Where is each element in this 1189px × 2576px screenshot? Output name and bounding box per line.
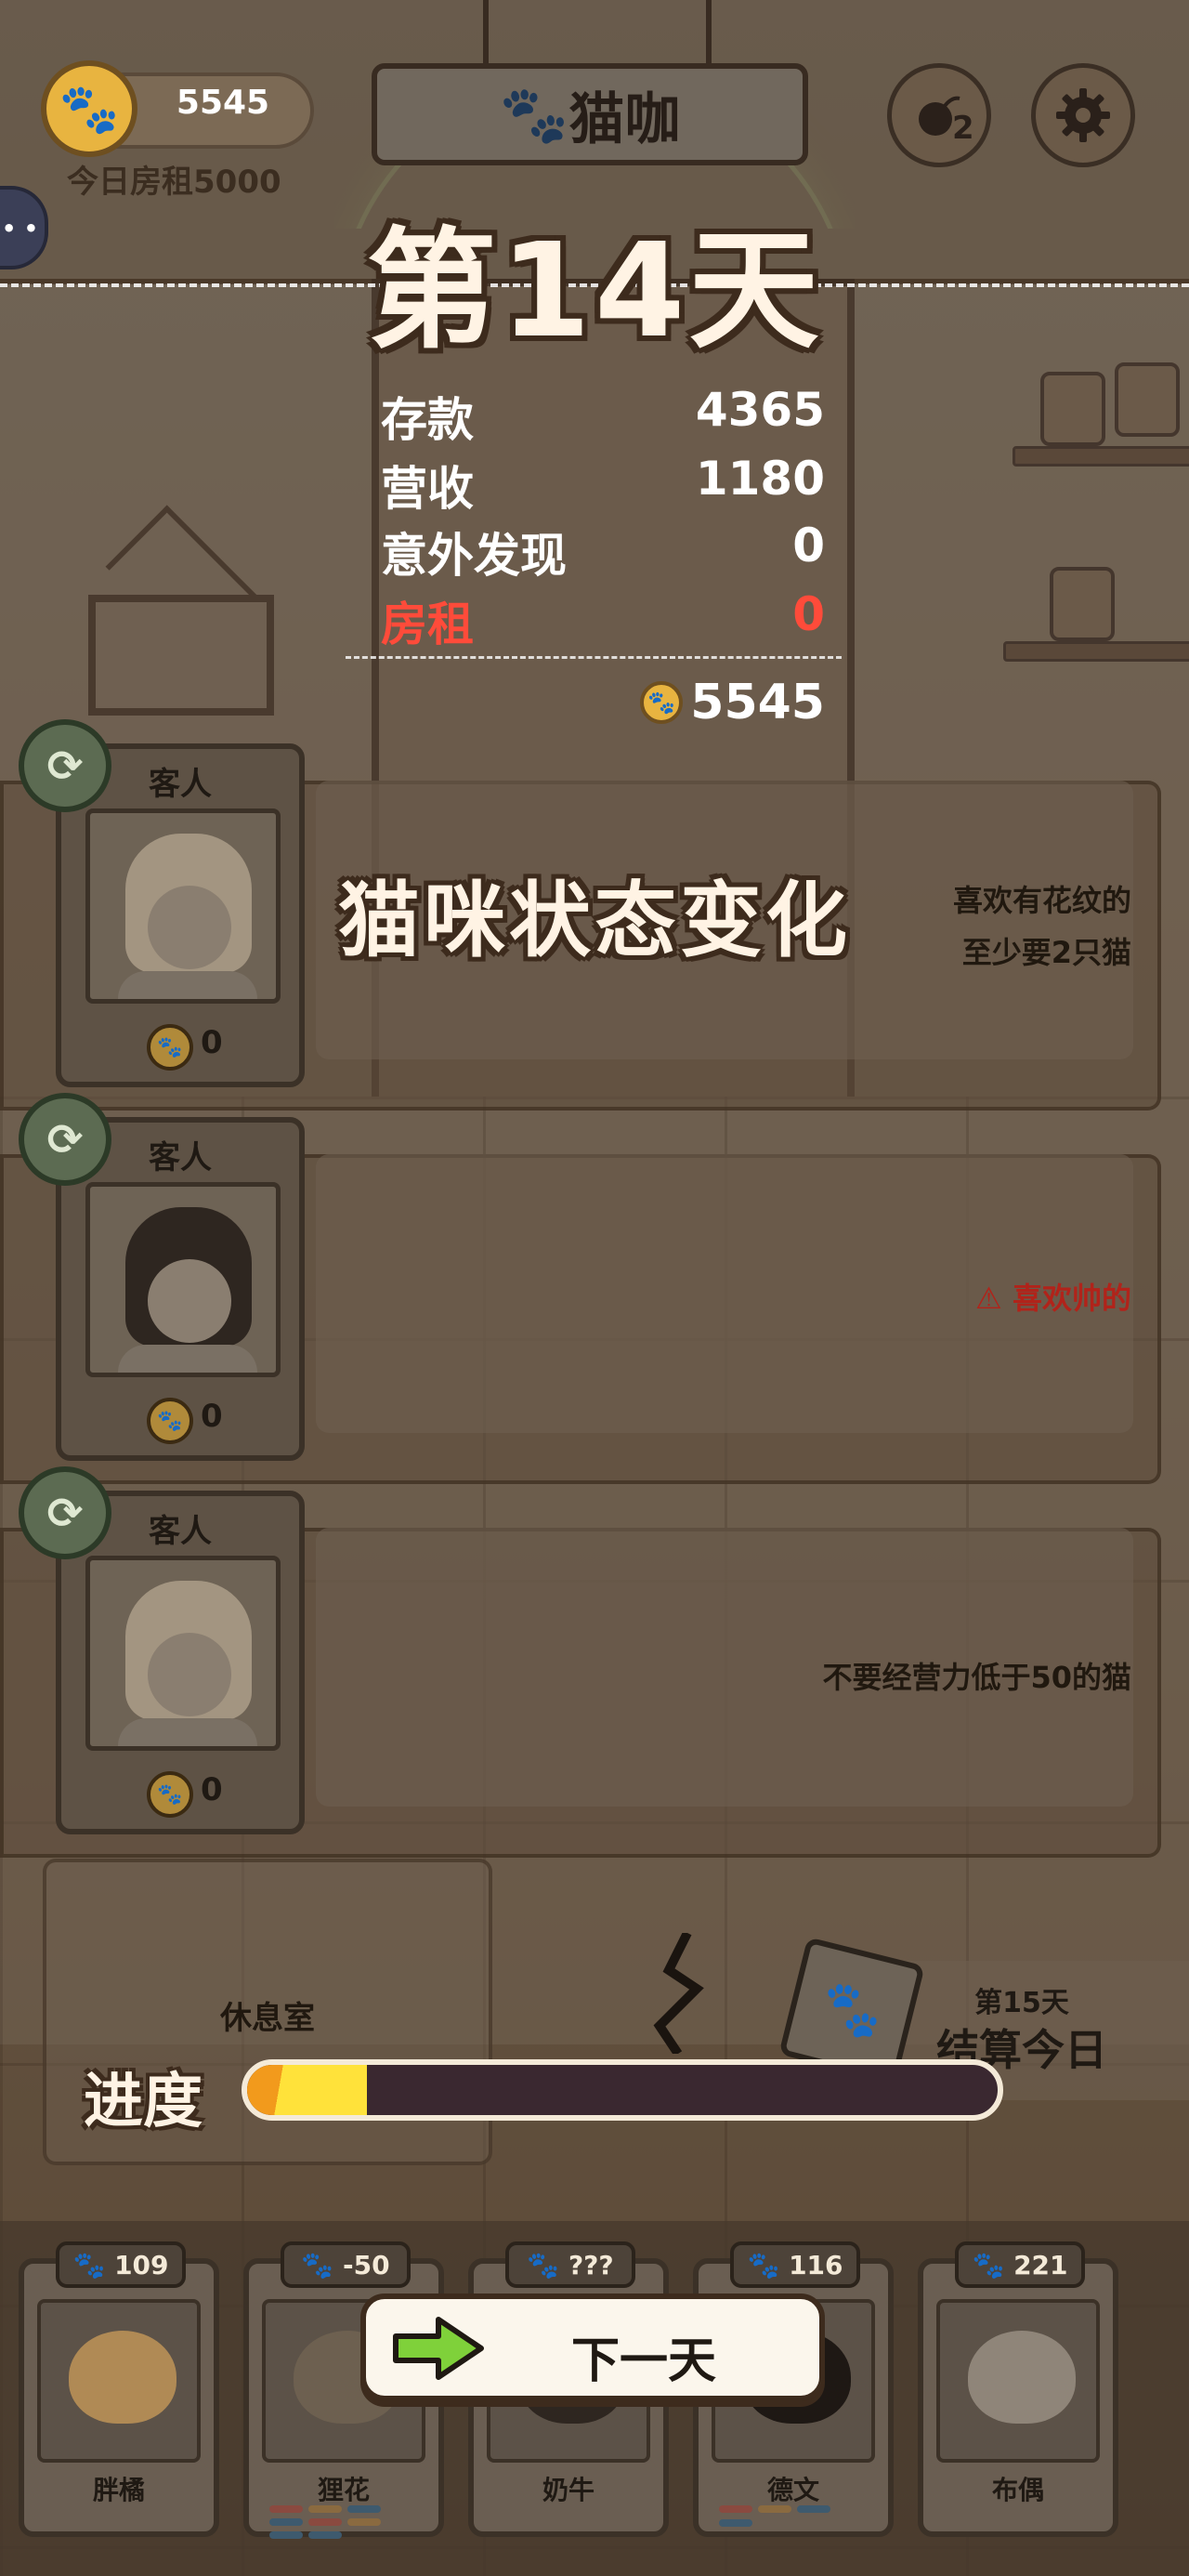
cat-name: 德文 bbox=[766, 2475, 819, 2505]
cat-figure bbox=[968, 2331, 1076, 2424]
stat-bar bbox=[797, 2505, 830, 2513]
stat-row-savings: 存款 4365 bbox=[381, 383, 825, 447]
summary-divider bbox=[346, 656, 842, 659]
paw-coin-icon: 🐾 bbox=[640, 681, 684, 724]
crack-icon bbox=[653, 1933, 704, 2054]
guest-body bbox=[118, 1718, 257, 1746]
cat-score: ??? bbox=[568, 2249, 614, 2280]
guest-requirement-warning: ⚠ 喜欢帅的 bbox=[975, 1275, 1131, 1318]
guest-requirement: 喜欢帅的 bbox=[1012, 1281, 1131, 1316]
cat-name: 布偶 bbox=[991, 2475, 1044, 2505]
progress-fill bbox=[247, 2065, 368, 2115]
cat-score-tag: 🐾 109 bbox=[56, 2241, 186, 2288]
bomb-button[interactable] bbox=[887, 63, 991, 167]
stat-bar bbox=[308, 2518, 342, 2526]
refresh-guest-button[interactable]: ⟳ bbox=[19, 1466, 111, 1559]
refresh-guest-button[interactable]: ⟳ bbox=[19, 1093, 111, 1186]
settle-next-day: 第15天 bbox=[974, 1987, 1069, 2019]
paw-coin-icon: 🐾 bbox=[147, 1024, 193, 1071]
guest-body bbox=[118, 1345, 257, 1373]
cat-name: 胖橘 bbox=[92, 2475, 145, 2505]
coin-balance: 5545 bbox=[176, 84, 270, 122]
stat-label: 意外发现 bbox=[381, 529, 567, 583]
cat-card[interactable]: 🐾 221 布偶 bbox=[918, 2241, 1118, 2537]
cat-figure bbox=[69, 2331, 176, 2424]
guest-portrait bbox=[85, 1182, 281, 1377]
guest-requirement: 不要经营力低于50的猫 bbox=[822, 1660, 1131, 1695]
stat-bar bbox=[719, 2505, 752, 2513]
stat-bar bbox=[758, 2505, 791, 2513]
cat-stat-bars bbox=[719, 2505, 868, 2528]
refresh-icon: ⟳ bbox=[46, 741, 84, 791]
cat-score: -50 bbox=[343, 2249, 390, 2280]
stat-bar bbox=[269, 2531, 303, 2539]
refresh-icon: ⟳ bbox=[46, 1488, 84, 1538]
paw-coin-icon: 🐾 bbox=[147, 1398, 193, 1444]
next-day-label: 下一天 bbox=[570, 2333, 716, 2389]
cat-score-tag: 🐾 221 bbox=[955, 2241, 1085, 2288]
cat-stat-bars bbox=[269, 2505, 418, 2539]
cat-score: 109 bbox=[114, 2249, 169, 2280]
cat-name: 奶牛 bbox=[542, 2475, 594, 2505]
stat-label: 营收 bbox=[381, 462, 474, 516]
summary-total-value: 5545 bbox=[690, 675, 825, 730]
rest-room-label: 休息室 bbox=[220, 2000, 315, 2037]
stat-value: 0 bbox=[792, 587, 825, 641]
warning-icon: ⚠ bbox=[975, 1281, 1002, 1316]
progress-label: 进度 bbox=[84, 2068, 203, 2136]
cat-card[interactable]: 🐾 109 胖橘 bbox=[19, 2241, 219, 2537]
progress-bar bbox=[242, 2059, 1003, 2121]
stat-bar bbox=[269, 2518, 303, 2526]
paw-coin-icon: 🐾 bbox=[147, 1771, 193, 1818]
guest-coins: 0 bbox=[201, 1024, 223, 1061]
cat-name: 狸花 bbox=[317, 2475, 370, 2505]
cat-score-tag: 🐾 -50 bbox=[281, 2241, 411, 2288]
refresh-icon: ⟳ bbox=[46, 1114, 84, 1164]
cat-score: 221 bbox=[1013, 2249, 1068, 2280]
guest-coins: 0 bbox=[201, 1398, 223, 1435]
guest-face bbox=[148, 1259, 231, 1343]
settings-button[interactable] bbox=[1031, 63, 1135, 167]
paw-coin-icon: 🐾 bbox=[41, 60, 137, 157]
cat-score-tag: 🐾 ??? bbox=[505, 2241, 635, 2288]
cat-score: 116 bbox=[789, 2249, 843, 2280]
summary-total: 🐾 5545 bbox=[640, 675, 825, 730]
stat-label: 房租 bbox=[381, 598, 474, 651]
next-day-button[interactable]: 下一天 bbox=[360, 2293, 825, 2401]
bomb-count: 2 bbox=[952, 110, 974, 147]
stat-row-unexpected: 意外发现 0 bbox=[381, 519, 825, 583]
cat-portrait bbox=[37, 2299, 201, 2463]
arrow-right-icon bbox=[393, 2317, 484, 2380]
stat-row-rent: 房租 0 bbox=[381, 587, 825, 651]
refresh-guest-button[interactable]: ⟳ bbox=[19, 719, 111, 812]
cat-score-tag: 🐾 116 bbox=[730, 2241, 860, 2288]
stat-bar bbox=[269, 2505, 303, 2513]
cat-portrait bbox=[936, 2299, 1100, 2463]
stat-label: 存款 bbox=[381, 393, 474, 447]
stat-bar bbox=[719, 2519, 752, 2527]
guest-face bbox=[148, 1633, 231, 1716]
stat-value: 4365 bbox=[695, 383, 825, 437]
guest-body bbox=[118, 971, 257, 999]
stat-bar bbox=[308, 2505, 342, 2513]
guest-portrait bbox=[85, 1556, 281, 1751]
cat-state-change-banner: 猫咪状态变化 bbox=[337, 873, 851, 968]
day-title: 第14天 bbox=[366, 216, 823, 367]
stat-bar bbox=[308, 2531, 342, 2539]
stat-bar bbox=[347, 2505, 381, 2513]
stat-value: 1180 bbox=[695, 452, 825, 506]
stat-bar bbox=[347, 2518, 381, 2526]
guest-lane: ⚠ 喜欢帅的 客人 🐾 0 ⟳ bbox=[0, 1093, 1189, 1484]
gear-icon bbox=[1056, 88, 1110, 142]
stat-row-revenue: 营收 1180 bbox=[381, 452, 825, 516]
guest-coins: 0 bbox=[201, 1771, 223, 1808]
guest-lane: 不要经营力低于50的猫 客人 🐾 0 ⟳ bbox=[0, 1466, 1189, 1858]
stat-value: 0 bbox=[792, 519, 825, 572]
